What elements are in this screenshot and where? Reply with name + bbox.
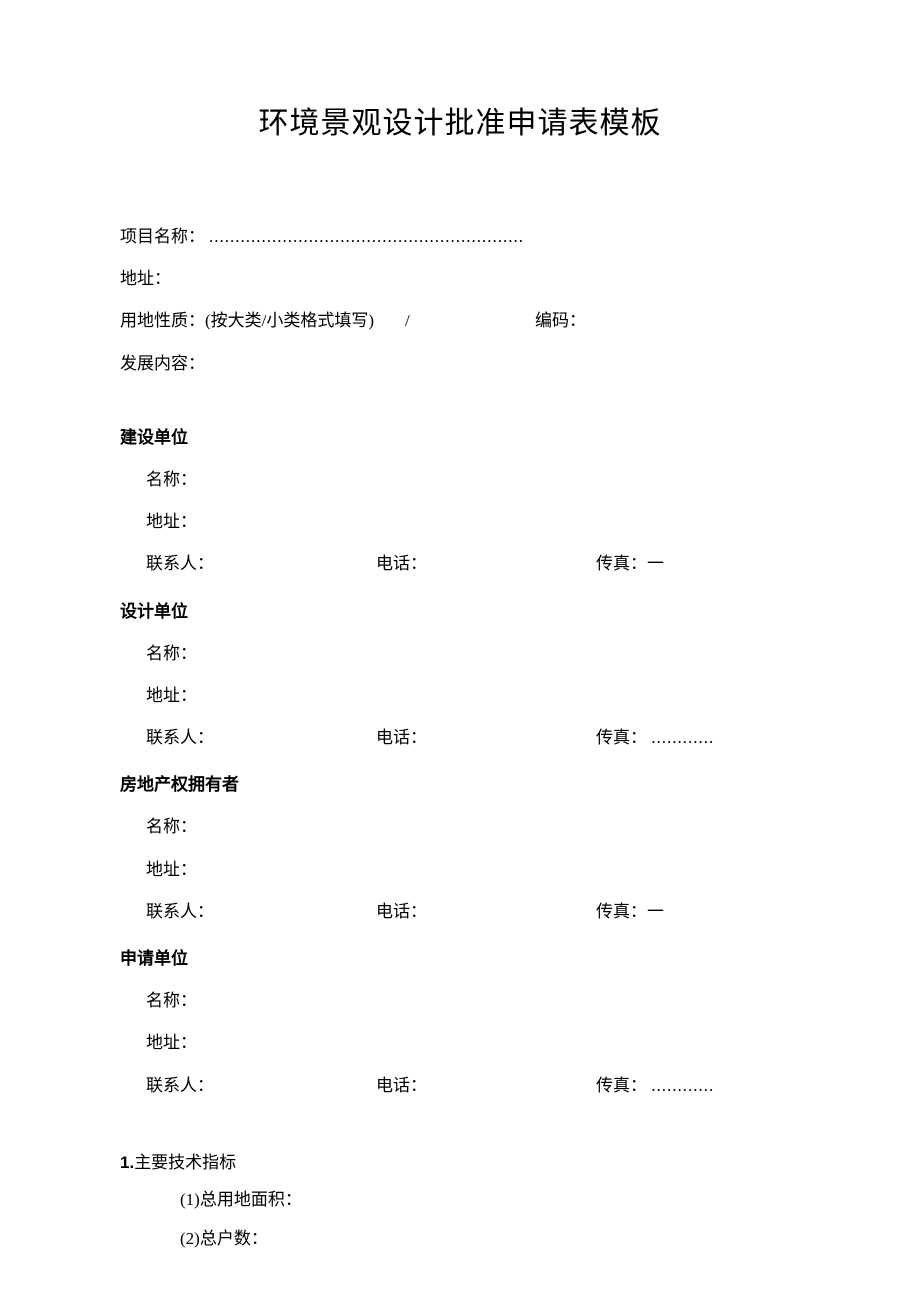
owner-address-row: 地址： [120, 856, 800, 883]
tech-number: 1. [120, 1153, 134, 1172]
construction-address-row: 地址： [120, 508, 800, 535]
construction-unit-header: 建设单位 [120, 424, 800, 451]
design-address-row: 地址： [120, 682, 800, 709]
design-contact-label: 联系人： [146, 724, 376, 751]
tech-header: 1.主要技术指标 [120, 1149, 800, 1176]
owner-name-row: 名称： [120, 813, 800, 840]
tech-item-1: (1)总用地面积： [120, 1186, 800, 1213]
applicant-name-label: 名称： [146, 987, 197, 1014]
dev-content-row: 发展内容： [120, 350, 800, 377]
owner-contact-label: 联系人： [146, 898, 376, 925]
applicant-contact-row: 联系人： 电话： 传真： ............ [120, 1072, 800, 1099]
design-unit-header: 设计单位 [120, 598, 800, 625]
owner-name-label: 名称： [146, 813, 197, 840]
design-fax-dots: ............ [651, 728, 714, 747]
land-use-row: 用地性质：(按大类/小类格式填写) / 编码： [120, 307, 800, 334]
applicant-fax-label: 传真： ............ [596, 1072, 800, 1099]
construction-address-label: 地址： [146, 508, 197, 535]
applicant-address-label: 地址： [146, 1029, 197, 1056]
tech-title: 主要技术指标 [134, 1153, 236, 1172]
address-label: 地址： [120, 265, 171, 292]
construction-phone-label: 电话： [376, 550, 596, 577]
design-contact-row: 联系人： 电话： 传真： ............ [120, 724, 800, 751]
project-name-value: ........................................… [209, 223, 524, 250]
design-fax-label: 传真： ............ [596, 724, 800, 751]
tech-item-2: (2)总户数： [120, 1225, 800, 1252]
project-name-row: 项目名称： ..................................… [120, 223, 800, 250]
applicant-header: 申请单位 [120, 945, 800, 972]
owner-header: 房地产权拥有者 [120, 771, 800, 798]
construction-contact-row: 联系人： 电话： 传真：一 [120, 550, 800, 577]
document-title: 环境景观设计批准申请表模板 [120, 100, 800, 148]
owner-phone-label: 电话： [376, 898, 596, 925]
design-name-label: 名称： [146, 640, 197, 667]
land-use-label: 用地性质：(按大类/小类格式填写) [120, 307, 405, 334]
owner-address-label: 地址： [146, 856, 197, 883]
owner-fax-label: 传真：一 [596, 898, 800, 925]
applicant-fax-dots: ............ [651, 1076, 714, 1095]
code-label: 编码： [535, 307, 586, 334]
design-phone-label: 电话： [376, 724, 596, 751]
construction-name-row: 名称： [120, 466, 800, 493]
applicant-address-row: 地址： [120, 1029, 800, 1056]
design-name-row: 名称： [120, 640, 800, 667]
dev-content-label: 发展内容： [120, 350, 205, 377]
construction-contact-label: 联系人： [146, 550, 376, 577]
construction-fax-label: 传真：一 [596, 550, 800, 577]
design-address-label: 地址： [146, 682, 197, 709]
address-row: 地址： [120, 265, 800, 292]
applicant-contact-label: 联系人： [146, 1072, 376, 1099]
owner-contact-row: 联系人： 电话： 传真：一 [120, 898, 800, 925]
tech-section: 1.主要技术指标 (1)总用地面积： (2)总户数： [120, 1149, 800, 1253]
applicant-fax-text: 传真： [596, 1076, 647, 1095]
land-use-slash: / [405, 307, 535, 334]
applicant-phone-label: 电话： [376, 1072, 596, 1099]
construction-name-label: 名称： [146, 466, 197, 493]
project-name-label: 项目名称： [120, 223, 205, 250]
applicant-name-row: 名称： [120, 987, 800, 1014]
design-fax-text: 传真： [596, 728, 647, 747]
